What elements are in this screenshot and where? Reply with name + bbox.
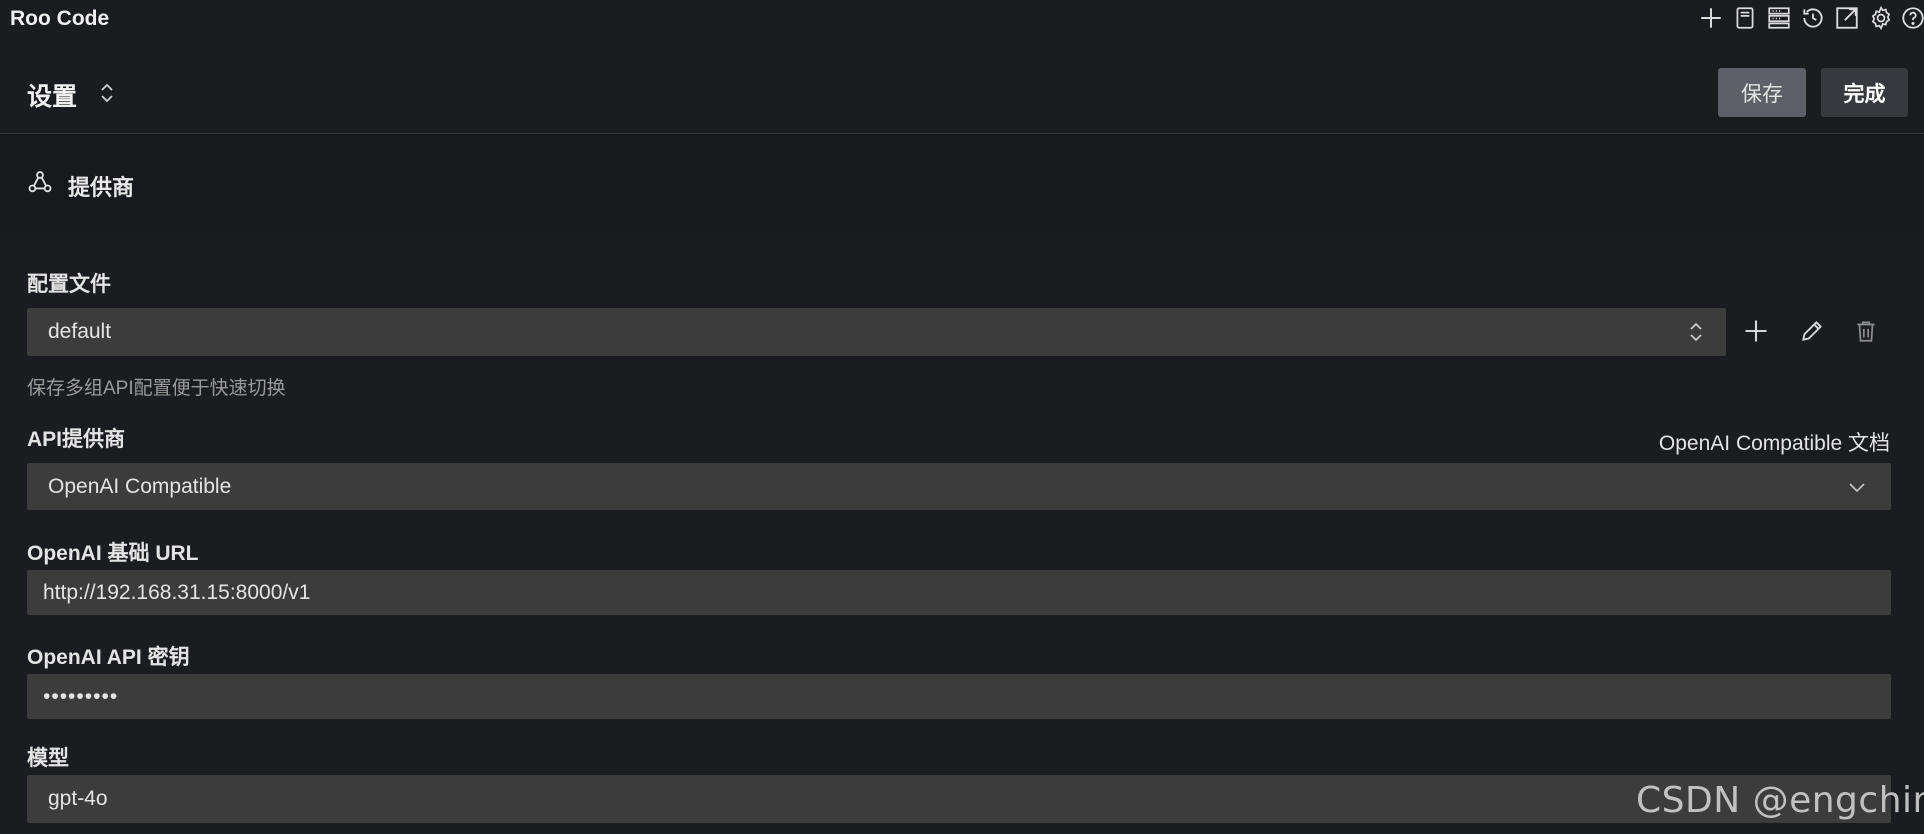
external-link-icon[interactable] [1830, 2, 1864, 34]
gear-icon[interactable] [1864, 2, 1898, 34]
profile-label: 配置文件 [27, 273, 111, 296]
model-value: gpt-4o [48, 787, 108, 810]
provider-select-value: OpenAI Compatible [48, 474, 232, 498]
help-icon[interactable] [1896, 2, 1924, 34]
app-title: Roo Code [10, 7, 110, 30]
provider-doc-link[interactable]: OpenAI Compatible 文档 [1659, 427, 1890, 457]
webhook-icon [26, 168, 54, 196]
profile-select[interactable]: default [27, 308, 1726, 356]
base-url-input[interactable]: http://192.168.31.15:8000/v1 [27, 570, 1891, 615]
profile-select-value: default [48, 320, 112, 343]
chevron-up-down-icon[interactable] [97, 80, 117, 106]
provider-select[interactable]: OpenAI Compatible [27, 463, 1891, 510]
watermark: CSDN @engchina [1636, 780, 1924, 821]
base-url-value: http://192.168.31.15:8000/v1 [43, 580, 311, 604]
model-label: 模型 [27, 747, 69, 770]
server-stack-icon[interactable] [1762, 2, 1796, 34]
chevron-up-down-icon [1686, 318, 1706, 346]
edit-pencil-icon[interactable] [1795, 314, 1829, 348]
settings-panel: Roo Code 设置 保存 完成 提供商 配置文件 default 保存多组A… [0, 0, 1924, 834]
plus-icon[interactable] [1694, 2, 1728, 34]
section-header: 提供商 [0, 134, 1924, 232]
done-button[interactable]: 完成 [1821, 68, 1908, 117]
api-key-value: ••••••••• [43, 684, 119, 708]
history-icon[interactable] [1796, 2, 1830, 34]
add-profile-icon[interactable] [1739, 314, 1773, 348]
base-url-label: OpenAI 基础 URL [27, 542, 199, 565]
trash-icon[interactable] [1849, 314, 1883, 348]
notebook-icon[interactable] [1728, 2, 1762, 34]
page-title: 设置 [27, 83, 78, 111]
title-bar: Roo Code [0, 0, 1924, 38]
settings-header: 设置 保存 完成 [0, 52, 1924, 132]
provider-label: API提供商 [27, 428, 126, 451]
model-input[interactable]: gpt-4o [27, 775, 1891, 823]
profile-help-text: 保存多组API配置便于快速切换 [27, 378, 286, 399]
section-title: 提供商 [68, 175, 135, 200]
api-key-input[interactable]: ••••••••• [27, 674, 1891, 719]
api-key-label: OpenAI API 密钥 [27, 646, 190, 669]
save-button[interactable]: 保存 [1718, 68, 1806, 117]
chevron-down-icon [1847, 473, 1867, 501]
